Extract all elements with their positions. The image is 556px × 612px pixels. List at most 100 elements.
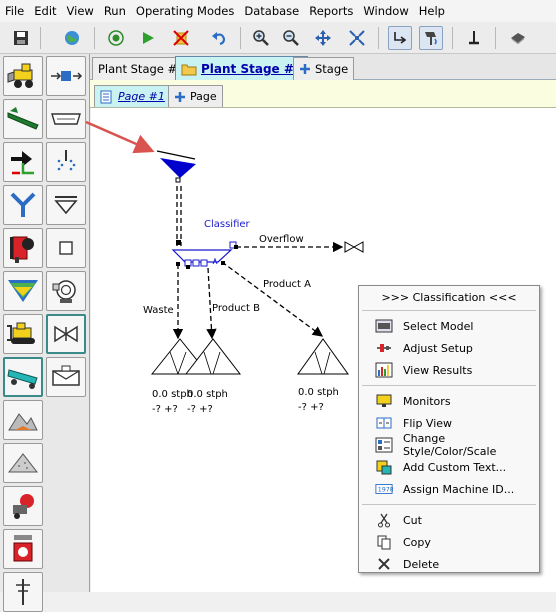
palette-tank[interactable] (46, 357, 86, 397)
tab-page-1[interactable]: Page #1 (94, 85, 171, 107)
palette-loader[interactable] (3, 56, 43, 96)
menu-window[interactable]: Window (358, 0, 413, 22)
cut-icon (375, 512, 393, 528)
style-icon (375, 437, 393, 453)
product-b-label: Product B (212, 303, 260, 314)
folder-icon (181, 64, 197, 76)
menu-edit[interactable]: Edit (29, 0, 61, 22)
save-icon (14, 31, 28, 45)
overflow-valve[interactable] (344, 241, 364, 253)
clear-button[interactable] (169, 26, 193, 50)
globe-button[interactable] (60, 26, 84, 50)
valve-icon (54, 325, 78, 343)
menu-bar: File Edit View Run Operating Modes Datab… (0, 0, 556, 22)
menu-item-delete[interactable]: Delete (359, 553, 539, 575)
undo-icon (212, 32, 226, 46)
flip-view-icon (375, 415, 393, 431)
hopper-unit[interactable] (156, 150, 196, 183)
palette-washer[interactable] (3, 357, 43, 397)
tab-plant-stage-2[interactable]: Plant Stage #2 (175, 56, 309, 81)
palette-bin[interactable] (46, 228, 86, 268)
palette-screen-deck[interactable] (3, 271, 43, 311)
pump-icon (52, 280, 76, 303)
context-menu: >>> Classification <<< Select Model Adju… (358, 285, 540, 573)
menu-database[interactable]: Database (239, 0, 304, 22)
select-model-icon (375, 318, 393, 334)
menu-item-assign-machine-id[interactable]: 1978 Assign Machine ID... (359, 478, 539, 500)
screen-deck-icon (8, 280, 38, 302)
palette-power[interactable] (3, 572, 43, 612)
fit-button[interactable] (345, 26, 369, 50)
stockpile-product-a[interactable] (297, 338, 349, 375)
copy-icon (375, 534, 393, 550)
page-tab-bar: Page #1 Page (90, 80, 556, 108)
book-button[interactable] (506, 26, 530, 50)
menu-reports[interactable]: Reports (304, 0, 358, 22)
record-button[interactable] (104, 26, 128, 50)
pan-button[interactable] (311, 26, 335, 50)
stockpile-mixed-icon (8, 413, 38, 431)
zoom-in-button[interactable] (249, 26, 273, 50)
splitter-icon (11, 151, 34, 175)
save-button[interactable] (9, 26, 33, 50)
palette-combiner[interactable] (3, 185, 43, 225)
menu-operating-modes[interactable]: Operating Modes (131, 0, 239, 22)
washer-icon (7, 369, 38, 389)
paint-tool-button[interactable] (419, 26, 443, 50)
select-tool-button[interactable] (388, 26, 412, 50)
menu-item-add-custom-text[interactable]: Add Custom Text... (359, 456, 539, 478)
undo-button[interactable] (207, 26, 231, 50)
zoom-out-button[interactable] (279, 26, 303, 50)
palette-dozer[interactable] (3, 314, 43, 354)
menu-item-copy[interactable]: Copy (359, 531, 539, 553)
menu-run[interactable]: Run (99, 0, 131, 22)
classifier-unit[interactable] (171, 241, 237, 267)
menu-item-monitors[interactable]: Monitors (359, 390, 539, 412)
machine-id-icon: 1978 (375, 481, 393, 497)
tab-add-stage[interactable]: Stage (293, 57, 355, 80)
waste-label: Waste (143, 305, 174, 316)
combiner-icon (10, 192, 36, 217)
pan-icon (315, 30, 331, 46)
page-icon (100, 90, 112, 103)
menu-item-change-style[interactable]: Change Style/Color/Scale (359, 432, 539, 458)
palette-valve[interactable] (46, 314, 86, 354)
zoom-out-icon (283, 30, 299, 46)
tank-icon (52, 365, 80, 386)
palette-crusher[interactable] (3, 228, 43, 268)
palette-feeder[interactable] (46, 99, 86, 139)
menu-item-flip-view[interactable]: Flip View (359, 412, 539, 434)
palette-conveyor[interactable] (3, 99, 43, 139)
view-results-icon (375, 362, 393, 378)
pin-button[interactable] (462, 26, 486, 50)
product-a-label: Product A (263, 279, 311, 290)
conveyor-icon (7, 107, 39, 130)
custom-text-icon (375, 459, 393, 475)
palette-pump[interactable] (46, 271, 86, 311)
palette-drill[interactable] (3, 486, 43, 526)
palette-screen-split[interactable] (46, 142, 86, 182)
tab-add-page[interactable]: Page (168, 85, 223, 107)
menu-file[interactable]: File (0, 0, 29, 22)
palette-splitter[interactable] (3, 142, 43, 182)
screen-split-icon (57, 150, 76, 171)
menu-view[interactable]: View (62, 0, 99, 22)
palette-transfer[interactable] (46, 56, 86, 96)
paint-tool-icon (425, 32, 437, 45)
palette-hopper[interactable] (46, 185, 86, 225)
delete-icon (375, 556, 393, 572)
menu-item-cut[interactable]: Cut (359, 509, 539, 531)
pile-waste-sizes: -? +? (152, 404, 178, 415)
menu-item-select-model[interactable]: Select Model (359, 315, 539, 337)
palette-stockpile-mixed[interactable] (3, 400, 43, 440)
play-button[interactable] (136, 26, 160, 50)
menu-item-view-results[interactable]: View Results (359, 359, 539, 381)
palette-stockpile[interactable] (3, 443, 43, 483)
menu-help[interactable]: Help (414, 0, 450, 22)
bin-icon (59, 241, 73, 255)
scale-icon (13, 535, 33, 562)
menu-item-adjust-setup[interactable]: Adjust Setup (359, 337, 539, 359)
fit-icon (349, 30, 365, 46)
palette-scale[interactable] (3, 529, 43, 569)
pile-product-a-sizes: -? +? (298, 402, 324, 413)
